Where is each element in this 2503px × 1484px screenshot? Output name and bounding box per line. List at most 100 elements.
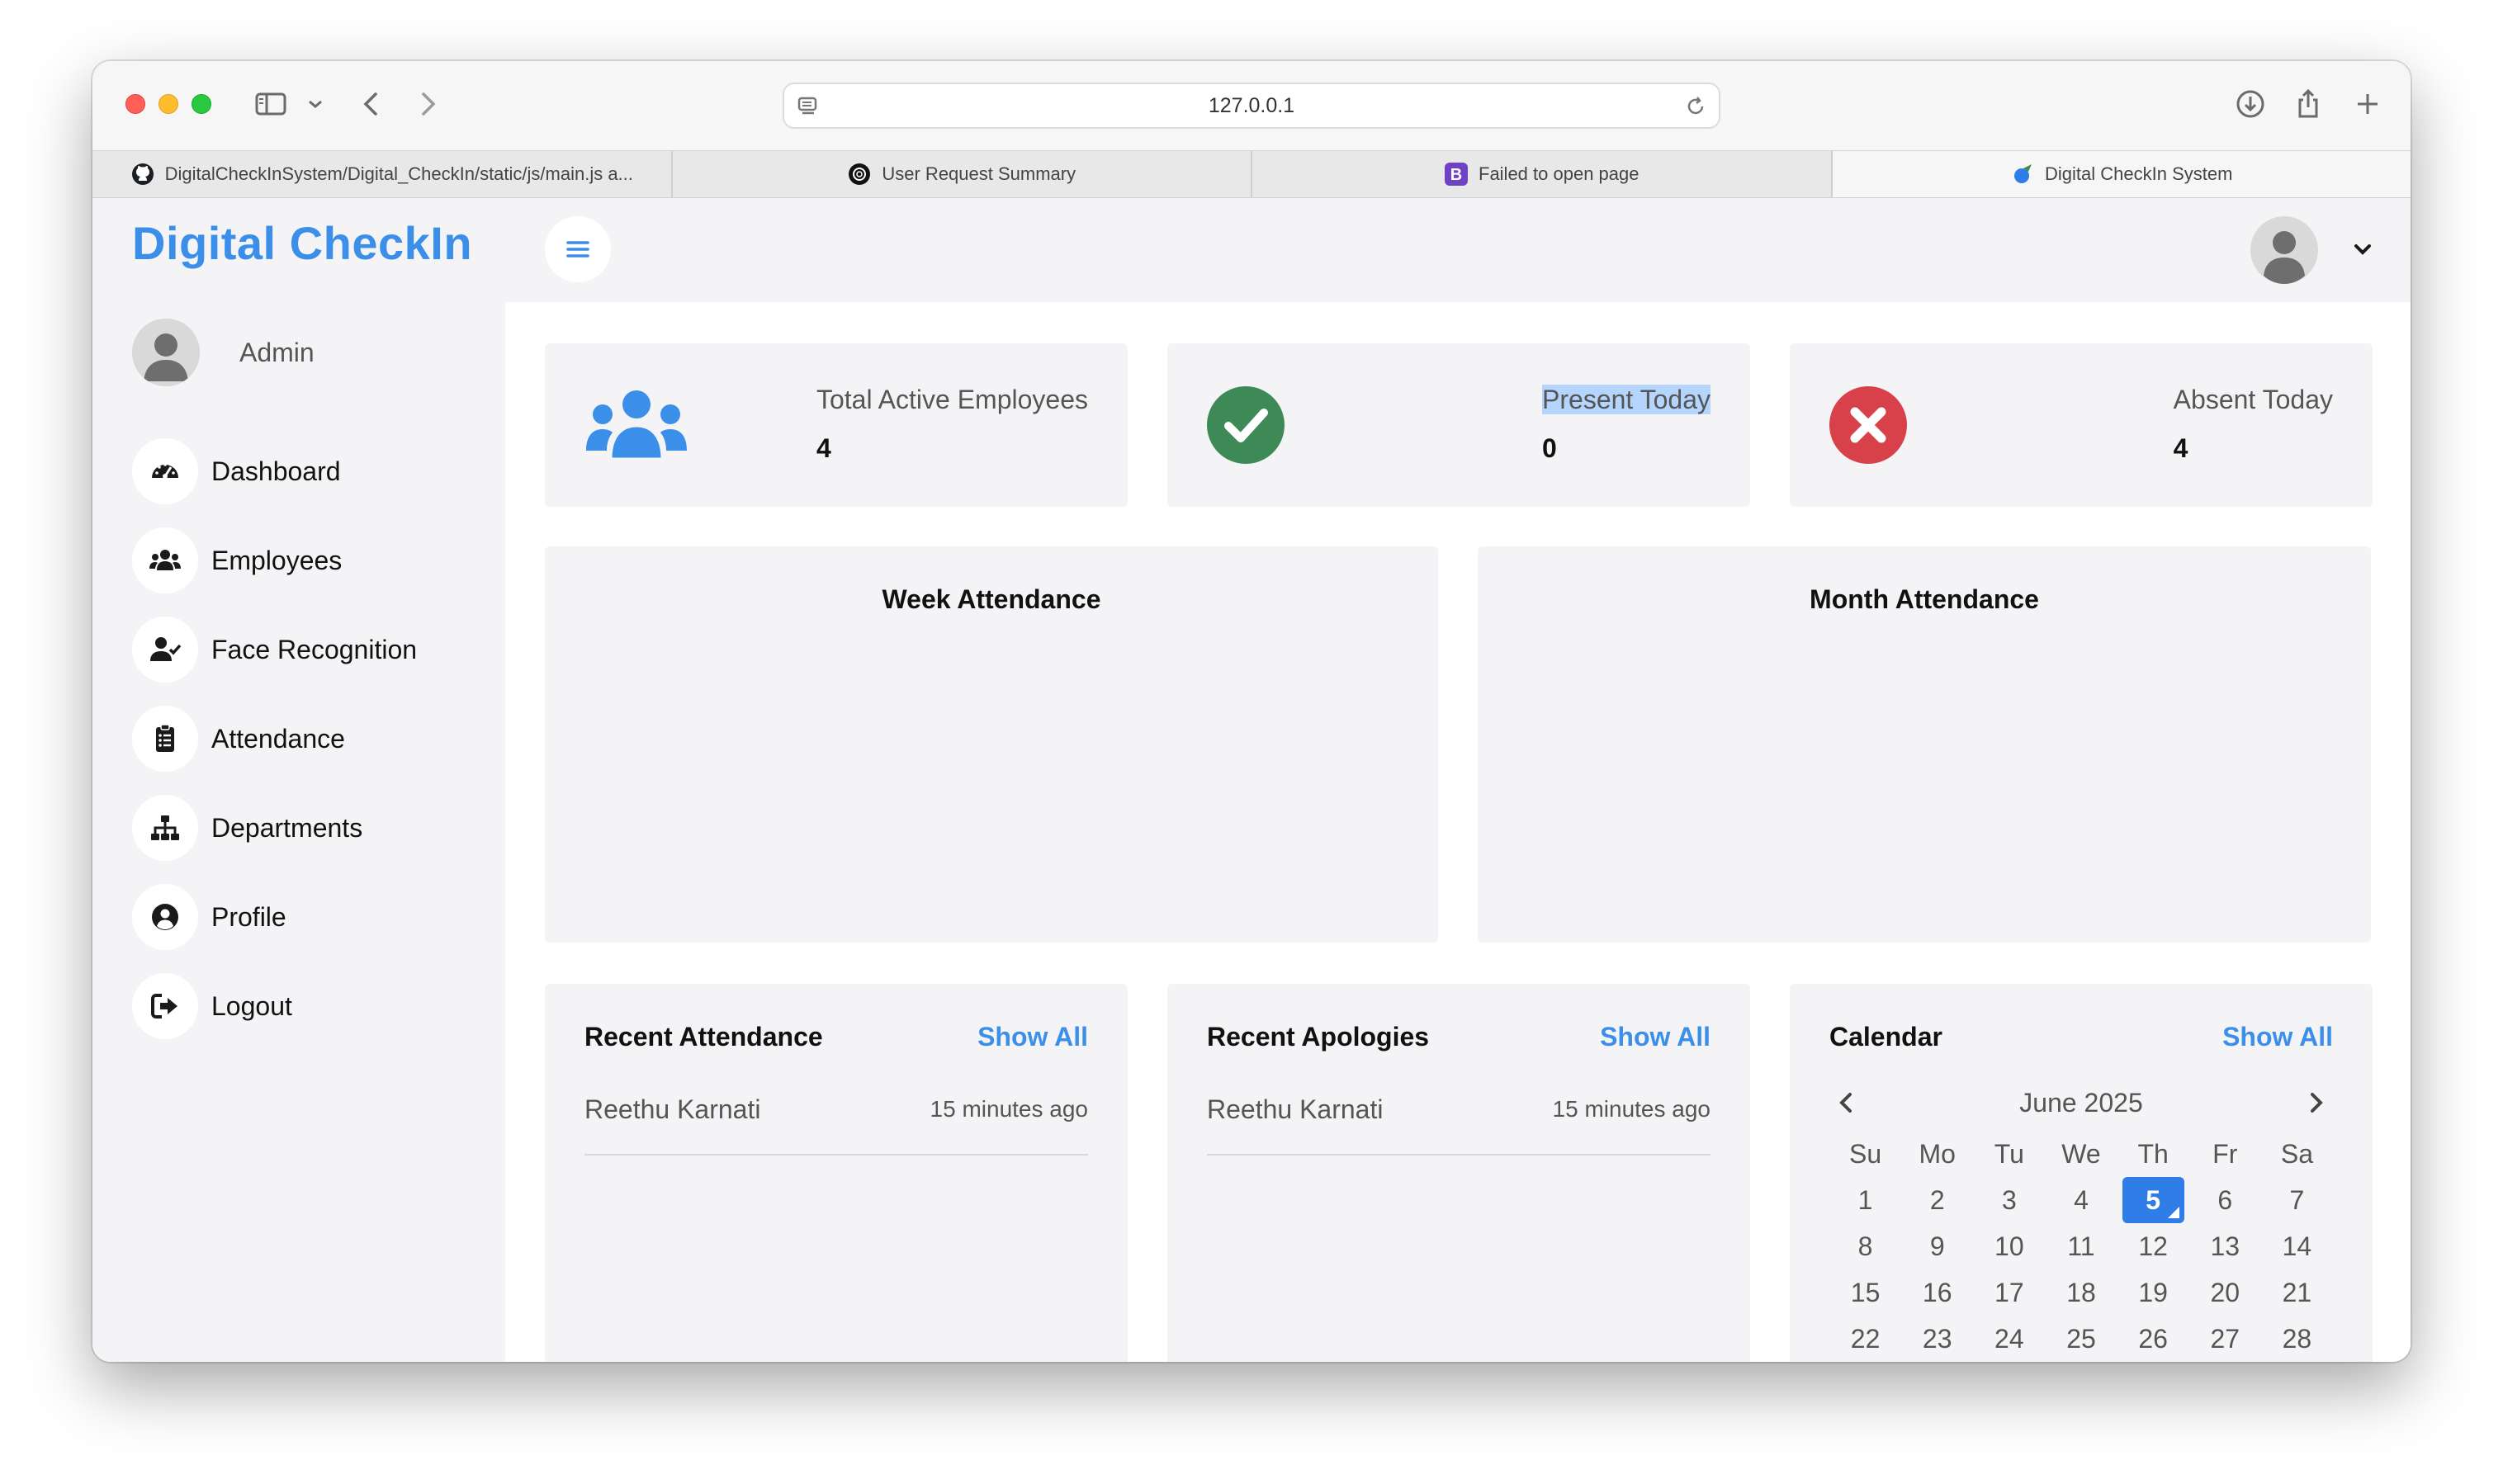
calendar-day[interactable]: 14 (2261, 1223, 2333, 1269)
calendar-day[interactable]: 21 (2261, 1269, 2333, 1316)
sidebar-item-dashboard[interactable]: Dashboard (132, 437, 417, 505)
sidebar-item-label: Departments (211, 812, 363, 843)
timestamp: 15 minutes ago (930, 1096, 1088, 1122)
recent-apologies-card: Recent Apologies Show All Reethu Karnati… (1167, 984, 1750, 1362)
avatar (132, 319, 200, 386)
show-all-link[interactable]: Show All (2222, 1022, 2333, 1052)
card-title: Recent Attendance (584, 1022, 823, 1052)
calendar-day[interactable]: 3 (1973, 1177, 2045, 1223)
menu-toggle-button[interactable] (545, 216, 611, 282)
sidebar-item-label: Face Recognition (211, 634, 418, 664)
calendar-card: Calendar Show All June 2025 Su Mo Tu We Th Fr… (1790, 984, 2373, 1362)
calendar-day[interactable]: 27 (2189, 1316, 2261, 1362)
chevron-right-icon[interactable] (2300, 1086, 2333, 1119)
user-avatar-icon[interactable] (2250, 216, 2318, 284)
show-all-link[interactable]: Show All (977, 1022, 1088, 1052)
list-item[interactable]: Reethu Karnati 15 minutes ago (584, 1094, 1088, 1156)
page: Digital CheckIn Admin Dashboard Employee… (92, 198, 2411, 1362)
calendar-day[interactable]: 2 (1901, 1177, 1973, 1223)
site-settings-icon[interactable] (796, 94, 821, 119)
calendar-day[interactable]: 20 (2189, 1269, 2261, 1316)
sidebar-item-attendance[interactable]: Attendance (132, 705, 417, 773)
sidebar: Digital CheckIn Admin Dashboard Employee… (92, 198, 505, 1362)
calendar-day[interactable]: 8 (1829, 1223, 1901, 1269)
sign-out-icon (151, 994, 177, 1018)
tab-title: Failed to open page (1479, 163, 1639, 184)
browser-tab-active[interactable]: Digital CheckIn System (1832, 151, 2411, 197)
forward-icon[interactable] (411, 87, 444, 121)
timestamp: 15 minutes ago (1552, 1096, 1710, 1122)
calendar-day[interactable]: 9 (1901, 1223, 1973, 1269)
stat-text: Absent Today 4 (2174, 385, 2333, 464)
calendar-day[interactable]: 15 (1829, 1269, 1901, 1316)
user-circle-icon (152, 904, 178, 930)
nav-icon (132, 438, 198, 504)
brand-logo[interactable]: Digital CheckIn (132, 216, 472, 270)
sidebar-item-profile[interactable]: Profile (132, 883, 417, 951)
calendar-day[interactable]: 18 (2045, 1269, 2117, 1316)
calendar-day[interactable]: 26 (2117, 1316, 2189, 1362)
calendar-day[interactable]: 1 (1829, 1177, 1901, 1223)
show-all-link[interactable]: Show All (1600, 1022, 1710, 1052)
sidebar-item-label: Profile (211, 901, 286, 932)
chevron-down-icon[interactable] (305, 87, 325, 121)
stat-label: Present Today (1542, 385, 1710, 414)
tab-bar: DigitalCheckInSystem/Digital_CheckIn/sta… (92, 150, 2411, 198)
new-tab-icon[interactable] (2351, 87, 2384, 121)
calendar-day[interactable]: 7 (2261, 1177, 2333, 1223)
calendar-nav: June 2025 (1829, 1083, 2333, 1122)
stat-text: Present Today 0 (1542, 385, 1710, 464)
tab-title: Digital CheckIn System (2045, 163, 2233, 184)
calendar-weekday: Sa (2280, 1138, 2313, 1169)
calendar-day[interactable]: 10 (1973, 1223, 2045, 1269)
sidebar-user: Admin (132, 319, 315, 386)
sidebar-item-face-recognition[interactable]: Face Recognition (132, 616, 417, 683)
nav-icon (132, 617, 198, 683)
user-check-icon (150, 637, 182, 661)
calendar-day[interactable]: 22 (1829, 1316, 1901, 1362)
share-icon[interactable] (2292, 87, 2325, 121)
minimize-window-button[interactable] (159, 94, 178, 114)
close-window-button[interactable] (125, 94, 145, 114)
calendar-day[interactable]: 11 (2045, 1223, 2117, 1269)
calendar-day[interactable]: 23 (1901, 1316, 1973, 1362)
browser-tab[interactable]: User Request Summary (673, 151, 1252, 197)
sidebar-item-departments[interactable]: Departments (132, 794, 417, 862)
sidebar-item-employees[interactable]: Employees (132, 527, 417, 594)
calendar-day-selected[interactable]: 5 (2122, 1177, 2184, 1223)
calendar-day[interactable]: 12 (2117, 1223, 2189, 1269)
calendar-day[interactable]: 24 (1973, 1316, 2045, 1362)
download-icon[interactable] (2234, 87, 2267, 121)
address-bar[interactable]: 127.0.0.1 (783, 83, 1720, 129)
sidebar-item-logout[interactable]: Logout (132, 972, 417, 1040)
calendar-day[interactable]: 6 (2189, 1177, 2261, 1223)
app-icon (2014, 164, 2032, 183)
browser-tab[interactable]: DigitalCheckInSystem/Digital_CheckIn/sta… (92, 151, 673, 197)
list-item[interactable]: Reethu Karnati 15 minutes ago (1207, 1094, 1710, 1156)
calendar-day[interactable]: 19 (2117, 1269, 2189, 1316)
recent-attendance-card: Recent Attendance Show All Reethu Karnat… (545, 984, 1128, 1362)
sidebar-toggle-icon[interactable] (254, 87, 287, 121)
chevron-left-icon[interactable] (1829, 1086, 1862, 1119)
calendar-day[interactable]: 25 (2045, 1316, 2117, 1362)
back-icon[interactable] (355, 87, 388, 121)
x-circle-icon (1829, 386, 1907, 464)
chevron-down-icon[interactable] (2349, 236, 2376, 262)
sidebar-nav: Dashboard Employees Face Recognition Att… (132, 437, 417, 1061)
stat-text: Total Active Employees 4 (816, 385, 1088, 464)
calendar-day[interactable]: 4 (2045, 1177, 2117, 1223)
calendar-day[interactable]: 17 (1973, 1269, 2045, 1316)
github-icon (131, 163, 154, 185)
calendar-day[interactable]: 16 (1901, 1269, 1973, 1316)
reload-icon[interactable] (1682, 93, 1709, 120)
stat-label: Total Active Employees (816, 385, 1088, 414)
browser-tab[interactable]: B Failed to open page (1252, 151, 1833, 197)
tab-title: DigitalCheckInSystem/Digital_CheckIn/sta… (164, 163, 633, 184)
users-icon (586, 390, 687, 461)
calendar-day[interactable]: 28 (2261, 1316, 2333, 1362)
hamburger-icon (566, 241, 589, 258)
gauge-icon (152, 463, 178, 479)
card-header: Recent Attendance Show All (584, 1022, 1088, 1052)
maximize-window-button[interactable] (192, 94, 211, 114)
calendar-day[interactable]: 13 (2189, 1223, 2261, 1269)
